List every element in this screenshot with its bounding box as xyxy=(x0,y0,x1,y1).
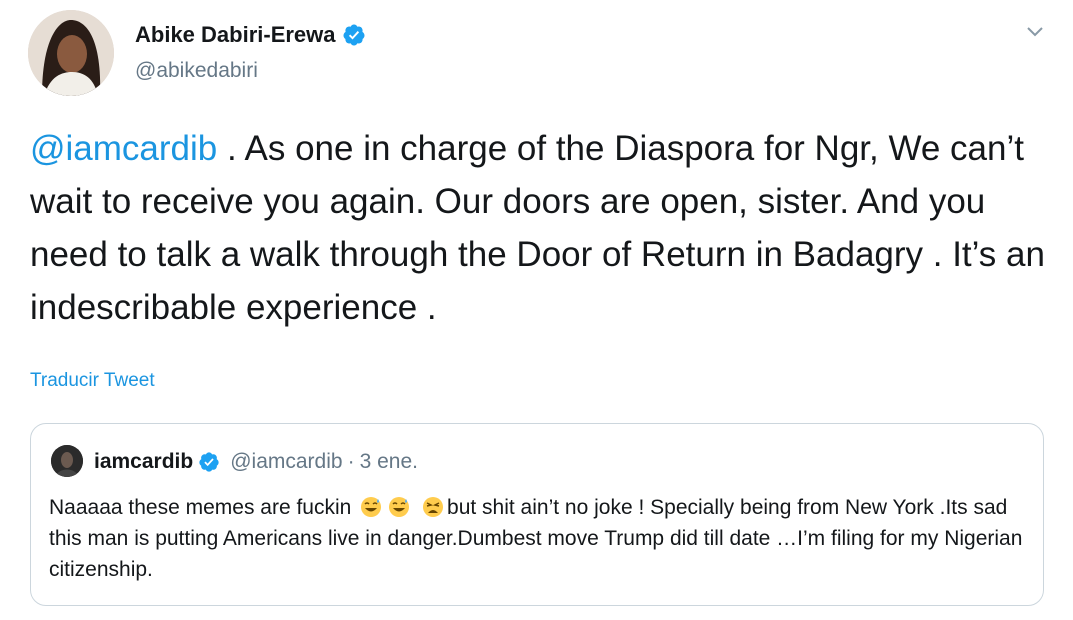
separator-dot: · xyxy=(347,450,355,473)
sweat-smile-emoji-icon xyxy=(389,497,410,517)
sweat-smile-emoji-icon xyxy=(361,497,382,517)
chevron-down-icon[interactable] xyxy=(1024,20,1046,42)
quoted-author-handle: @iamcardib xyxy=(230,450,343,473)
quoted-author-name: iamcardib xyxy=(94,450,194,473)
author-avatar[interactable] xyxy=(28,10,114,96)
author-handle[interactable]: @abikedabiri xyxy=(135,59,258,83)
quoted-text-start: Naaaaa these memes are fuckin xyxy=(49,496,352,519)
author-name[interactable]: Abike Dabiri-Erewa xyxy=(135,22,336,48)
quoted-author-avatar xyxy=(51,445,83,477)
quoted-text: Naaaaa these memes are fuckin but shit a… xyxy=(49,492,1034,585)
verified-badge-icon xyxy=(199,452,219,472)
quoted-header: iamcardib @iamcardib · 3 ene. xyxy=(94,450,418,474)
author-name-row[interactable]: Abike Dabiri-Erewa xyxy=(135,22,366,48)
translate-tweet-link[interactable]: Traducir Tweet xyxy=(30,370,155,392)
verified-badge-icon xyxy=(343,24,365,46)
tweet-text: @iamcardib . As one in charge of the Dia… xyxy=(30,122,1050,334)
tired-face-emoji-icon xyxy=(423,497,444,517)
quoted-date: 3 ene. xyxy=(359,450,418,473)
quoted-tweet-card[interactable]: iamcardib @iamcardib · 3 ene. Naaaaa the… xyxy=(30,423,1044,606)
mention-link[interactable]: @iamcardib xyxy=(30,129,217,168)
